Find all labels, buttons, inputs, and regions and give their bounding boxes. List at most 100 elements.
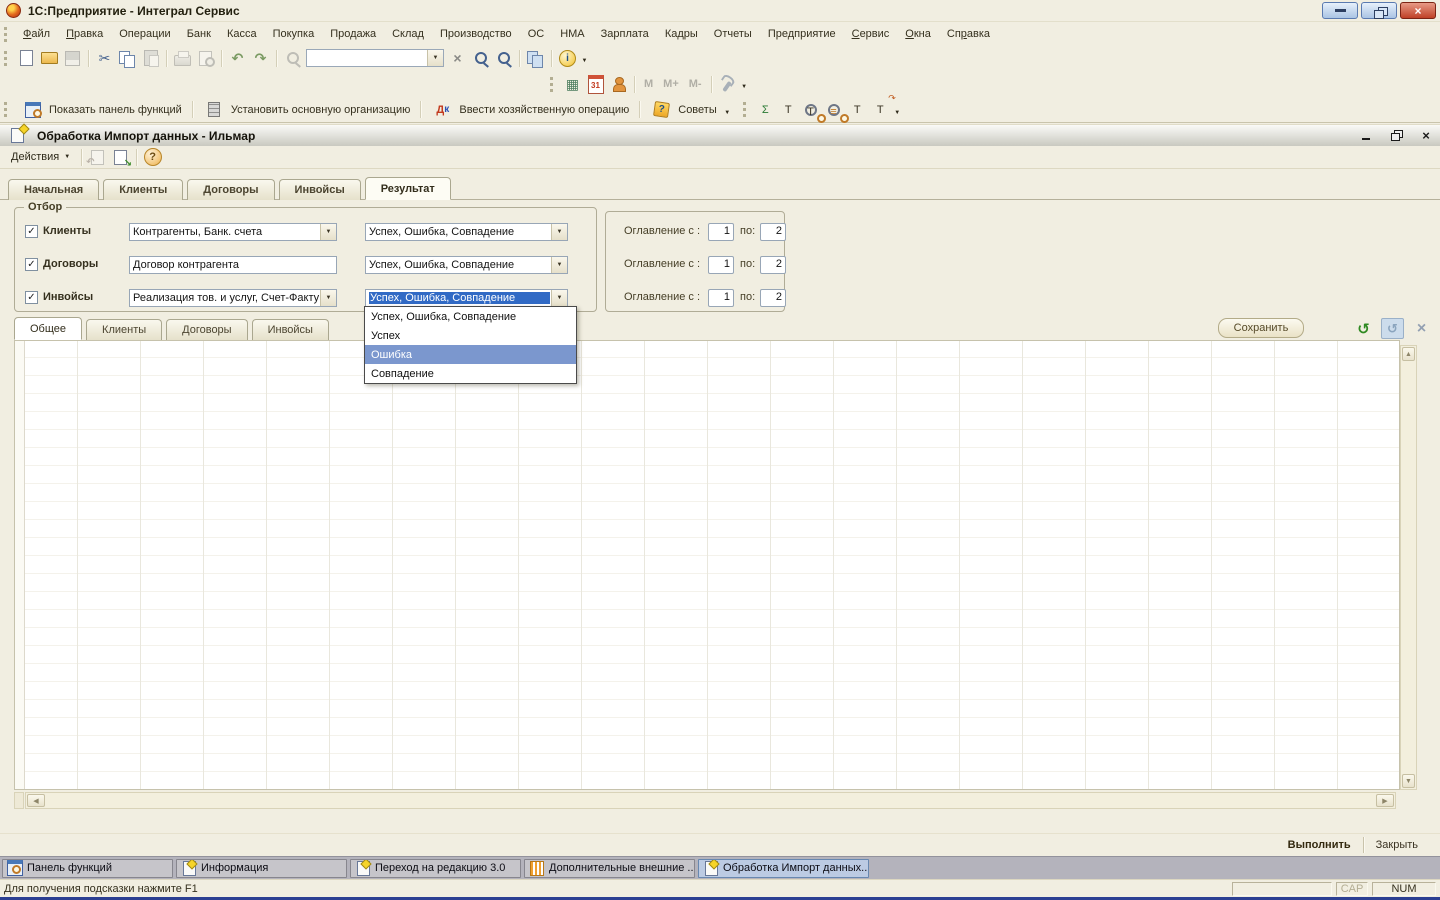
spreadsheet-area[interactable] [14,340,1400,790]
help-icon[interactable] [141,147,164,168]
scroll-left-button[interactable]: ◀ [27,794,45,807]
copy-icon[interactable] [116,48,139,69]
taskbar-button[interactable]: Информация [176,859,347,878]
doc-restore-button[interactable] [1388,129,1404,143]
menu-item[interactable]: Зарплата [593,26,657,42]
refresh-icon[interactable] [1352,318,1375,339]
menu-item[interactable]: Склад [384,26,432,42]
close-small-icon[interactable] [1410,318,1433,339]
redo-icon[interactable] [249,48,272,69]
toc-to-input[interactable]: 2 [760,256,786,274]
save-button[interactable]: Сохранить [1218,318,1304,338]
clear-x-icon[interactable] [446,48,469,69]
scroll-right-button[interactable]: ▶ [1376,794,1394,807]
close-button[interactable]: × [1400,2,1436,19]
source-field-3[interactable]: Реализация тов. и услуг, Счет-Факту▼ [129,289,337,307]
user-lock-icon[interactable] [607,74,630,95]
toc-to-input[interactable]: 2 [760,289,786,307]
menu-item[interactable]: Отчеты [706,26,760,42]
restore-button[interactable] [1361,2,1397,19]
menu-item[interactable]: Операции [111,26,178,42]
search-input[interactable] [307,51,425,65]
dropdown-item[interactable]: Совпадение [365,364,576,383]
toolbar-button-tips[interactable]: Советы [644,97,738,122]
undo-icon[interactable] [226,48,249,69]
toc-to-input[interactable]: 2 [760,223,786,241]
load-settings-icon[interactable] [109,147,132,168]
menu-item[interactable]: Производство [432,26,520,42]
find-list-icon[interactable] [823,99,846,120]
menu-item[interactable]: Справка [939,26,998,42]
doc-close-button[interactable]: × [1418,129,1434,143]
caret-down-icon[interactable] [722,99,733,120]
checkbox-2[interactable] [25,258,38,271]
find-prev-icon[interactable] [492,48,515,69]
toc-from-input[interactable]: 1 [708,256,734,274]
refresh-disabled-icon[interactable] [1381,318,1404,339]
save-icon[interactable] [61,48,84,69]
print-preview-icon[interactable] [194,48,217,69]
windows-copy-icon[interactable] [524,48,547,69]
tab-1[interactable]: Начальная [8,179,99,200]
execute-button[interactable]: Выполнить [1276,836,1363,854]
caret-down-icon[interactable] [739,74,750,95]
taskbar-button[interactable]: Дополнительные внешние ... [524,859,695,878]
sum-table-icon[interactable] [754,99,777,120]
combo-dropdown-button[interactable]: ▼ [320,224,336,240]
toc-from-input[interactable]: 1 [708,223,734,241]
tab-3[interactable]: Договоры [187,179,274,200]
toc-from-input[interactable]: 1 [708,289,734,307]
vertical-scrollbar[interactable]: ▲ ▼ [1400,345,1417,790]
mem-m-plus-icon[interactable]: M+ [658,74,684,95]
print-icon[interactable] [171,48,194,69]
status-field-2[interactable]: Успех, Ошибка, Совпадение▼ [365,256,568,274]
tab-5[interactable]: Результат [365,177,451,200]
calculator-icon[interactable] [561,74,584,95]
menu-item[interactable]: Окна [897,26,939,42]
dropdown-item[interactable]: Ошибка [365,345,576,364]
tab-2[interactable]: Клиенты [103,179,183,200]
subtab-2[interactable]: Клиенты [86,319,162,340]
mem-m-minus-icon[interactable]: M- [684,74,707,95]
search-dropdown-button[interactable]: ▼ [427,50,443,66]
reread-icon[interactable] [86,147,109,168]
dropdown-item[interactable]: Успех, Ошибка, Совпадение [365,307,576,326]
menu-item[interactable]: ОС [520,26,553,42]
menu-item[interactable]: Продажа [322,26,384,42]
mem-m-icon[interactable]: M [639,74,658,95]
taskbar-button[interactable]: Переход на редакцию 3.0 [350,859,521,878]
tab-4[interactable]: Инвойсы [279,179,361,200]
status-field-1[interactable]: Успех, Ошибка, Совпадение▼ [365,223,568,241]
toolbar-button-org[interactable]: Установить основную организацию [197,97,417,122]
menu-item[interactable]: Сервис [844,26,898,42]
horizontal-scrollbar[interactable]: ◀ ▶ [25,792,1396,809]
checkbox-1[interactable] [25,225,38,238]
close-form-button[interactable]: Закрыть [1364,836,1430,854]
combo-dropdown-button[interactable]: ▼ [320,290,336,306]
table-text-icon[interactable] [777,99,800,120]
find-next-icon[interactable] [469,48,492,69]
calendar-icon[interactable] [584,74,607,95]
combo-dropdown-button[interactable]: ▼ [551,290,567,306]
doc-transfer-icon[interactable] [869,99,892,120]
doc-text-icon[interactable] [846,99,869,120]
find-icon[interactable] [281,48,304,69]
subtab-3[interactable]: Договоры [166,319,247,340]
subtab-4[interactable]: Инвойсы [252,319,329,340]
menu-item[interactable]: Касса [219,26,265,42]
cut-icon[interactable] [93,48,116,69]
doc-minimize-button[interactable] [1358,129,1374,143]
minimize-button[interactable] [1322,2,1358,19]
actions-menu-button[interactable]: Действия [4,149,77,165]
menu-item[interactable]: Правка [58,26,111,42]
info-icon[interactable] [556,48,579,69]
menu-item[interactable]: Банк [179,26,219,42]
paste-icon[interactable] [139,48,162,69]
menu-item[interactable]: Кадры [657,26,706,42]
toolbar-button-panel[interactable]: Показать панель функций [15,97,188,122]
menu-item[interactable]: Покупка [265,26,323,42]
new-doc-icon[interactable] [15,48,38,69]
search-combo[interactable]: ▼ [306,49,444,67]
dropdown-item[interactable]: Успех [365,326,576,345]
find-text-icon[interactable] [800,99,823,120]
